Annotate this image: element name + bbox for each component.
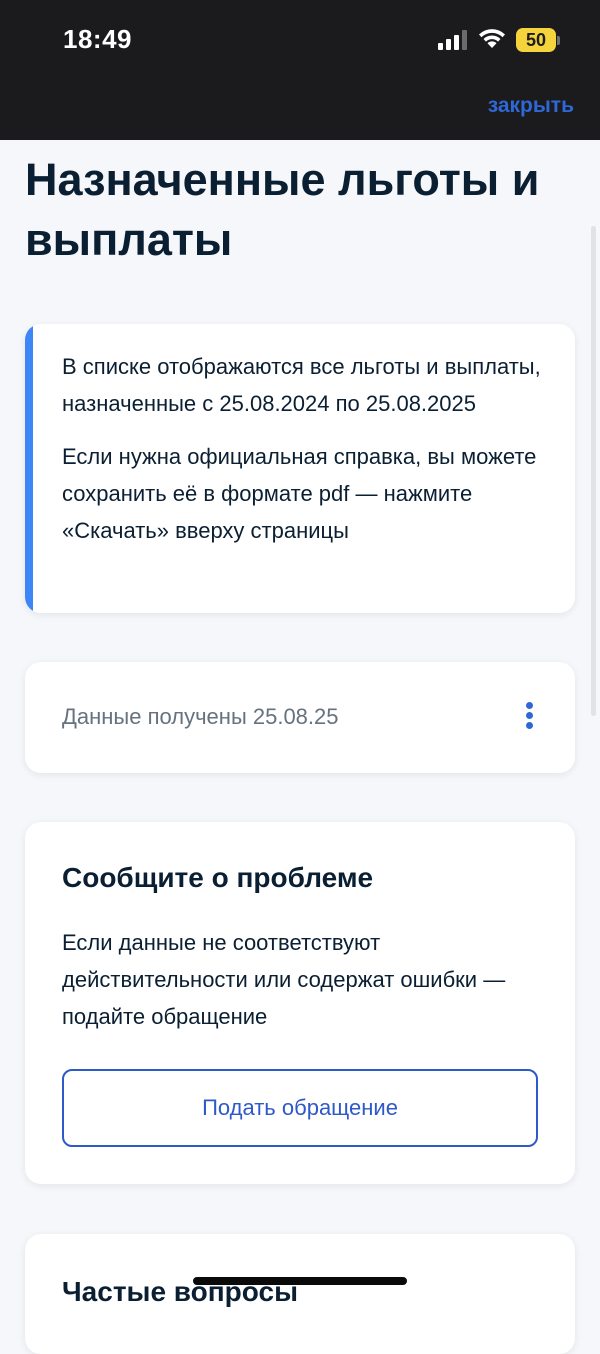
cellular-signal-icon <box>438 30 467 50</box>
more-dot <box>525 712 533 719</box>
status-bar: 18:49 50 закрыть <box>0 0 600 140</box>
report-problem-title: Сообщите о проблеме <box>62 862 374 893</box>
page-title: Назначенные льготы и выплаты <box>25 154 540 265</box>
info-paragraph-download: Если нужна официальная справка, вы может… <box>62 444 537 543</box>
info-card-accent <box>25 324 33 613</box>
scrollbar[interactable] <box>591 226 596 716</box>
info-paragraph-period: В списке отображаются все льготы и выпла… <box>62 354 541 416</box>
home-indicator[interactable] <box>193 1277 407 1285</box>
battery-tip <box>557 36 560 45</box>
more-dot <box>525 702 533 709</box>
data-received-card: Данные получены 25.08.25 <box>25 662 575 773</box>
report-problem-card: Сообщите о проблеме Если данные не соотв… <box>25 822 575 1184</box>
faq-card[interactable]: Частые вопросы <box>25 1234 575 1354</box>
data-received-text: Данные получены 25.08.25 <box>62 704 339 729</box>
battery-indicator: 50 <box>516 28 556 52</box>
status-time: 18:49 <box>63 24 132 54</box>
submit-appeal-button[interactable]: Подать обращение <box>62 1069 538 1147</box>
wifi-icon <box>479 29 505 48</box>
info-card-text: В списке отображаются все льготы и выпла… <box>62 348 552 549</box>
close-button[interactable]: закрыть <box>488 94 574 118</box>
report-problem-text: Если данные не соответствуют действитель… <box>62 930 506 1029</box>
info-card: В списке отображаются все льготы и выпла… <box>25 324 575 613</box>
more-dot <box>525 722 533 729</box>
more-vertical-icon[interactable] <box>523 702 535 732</box>
